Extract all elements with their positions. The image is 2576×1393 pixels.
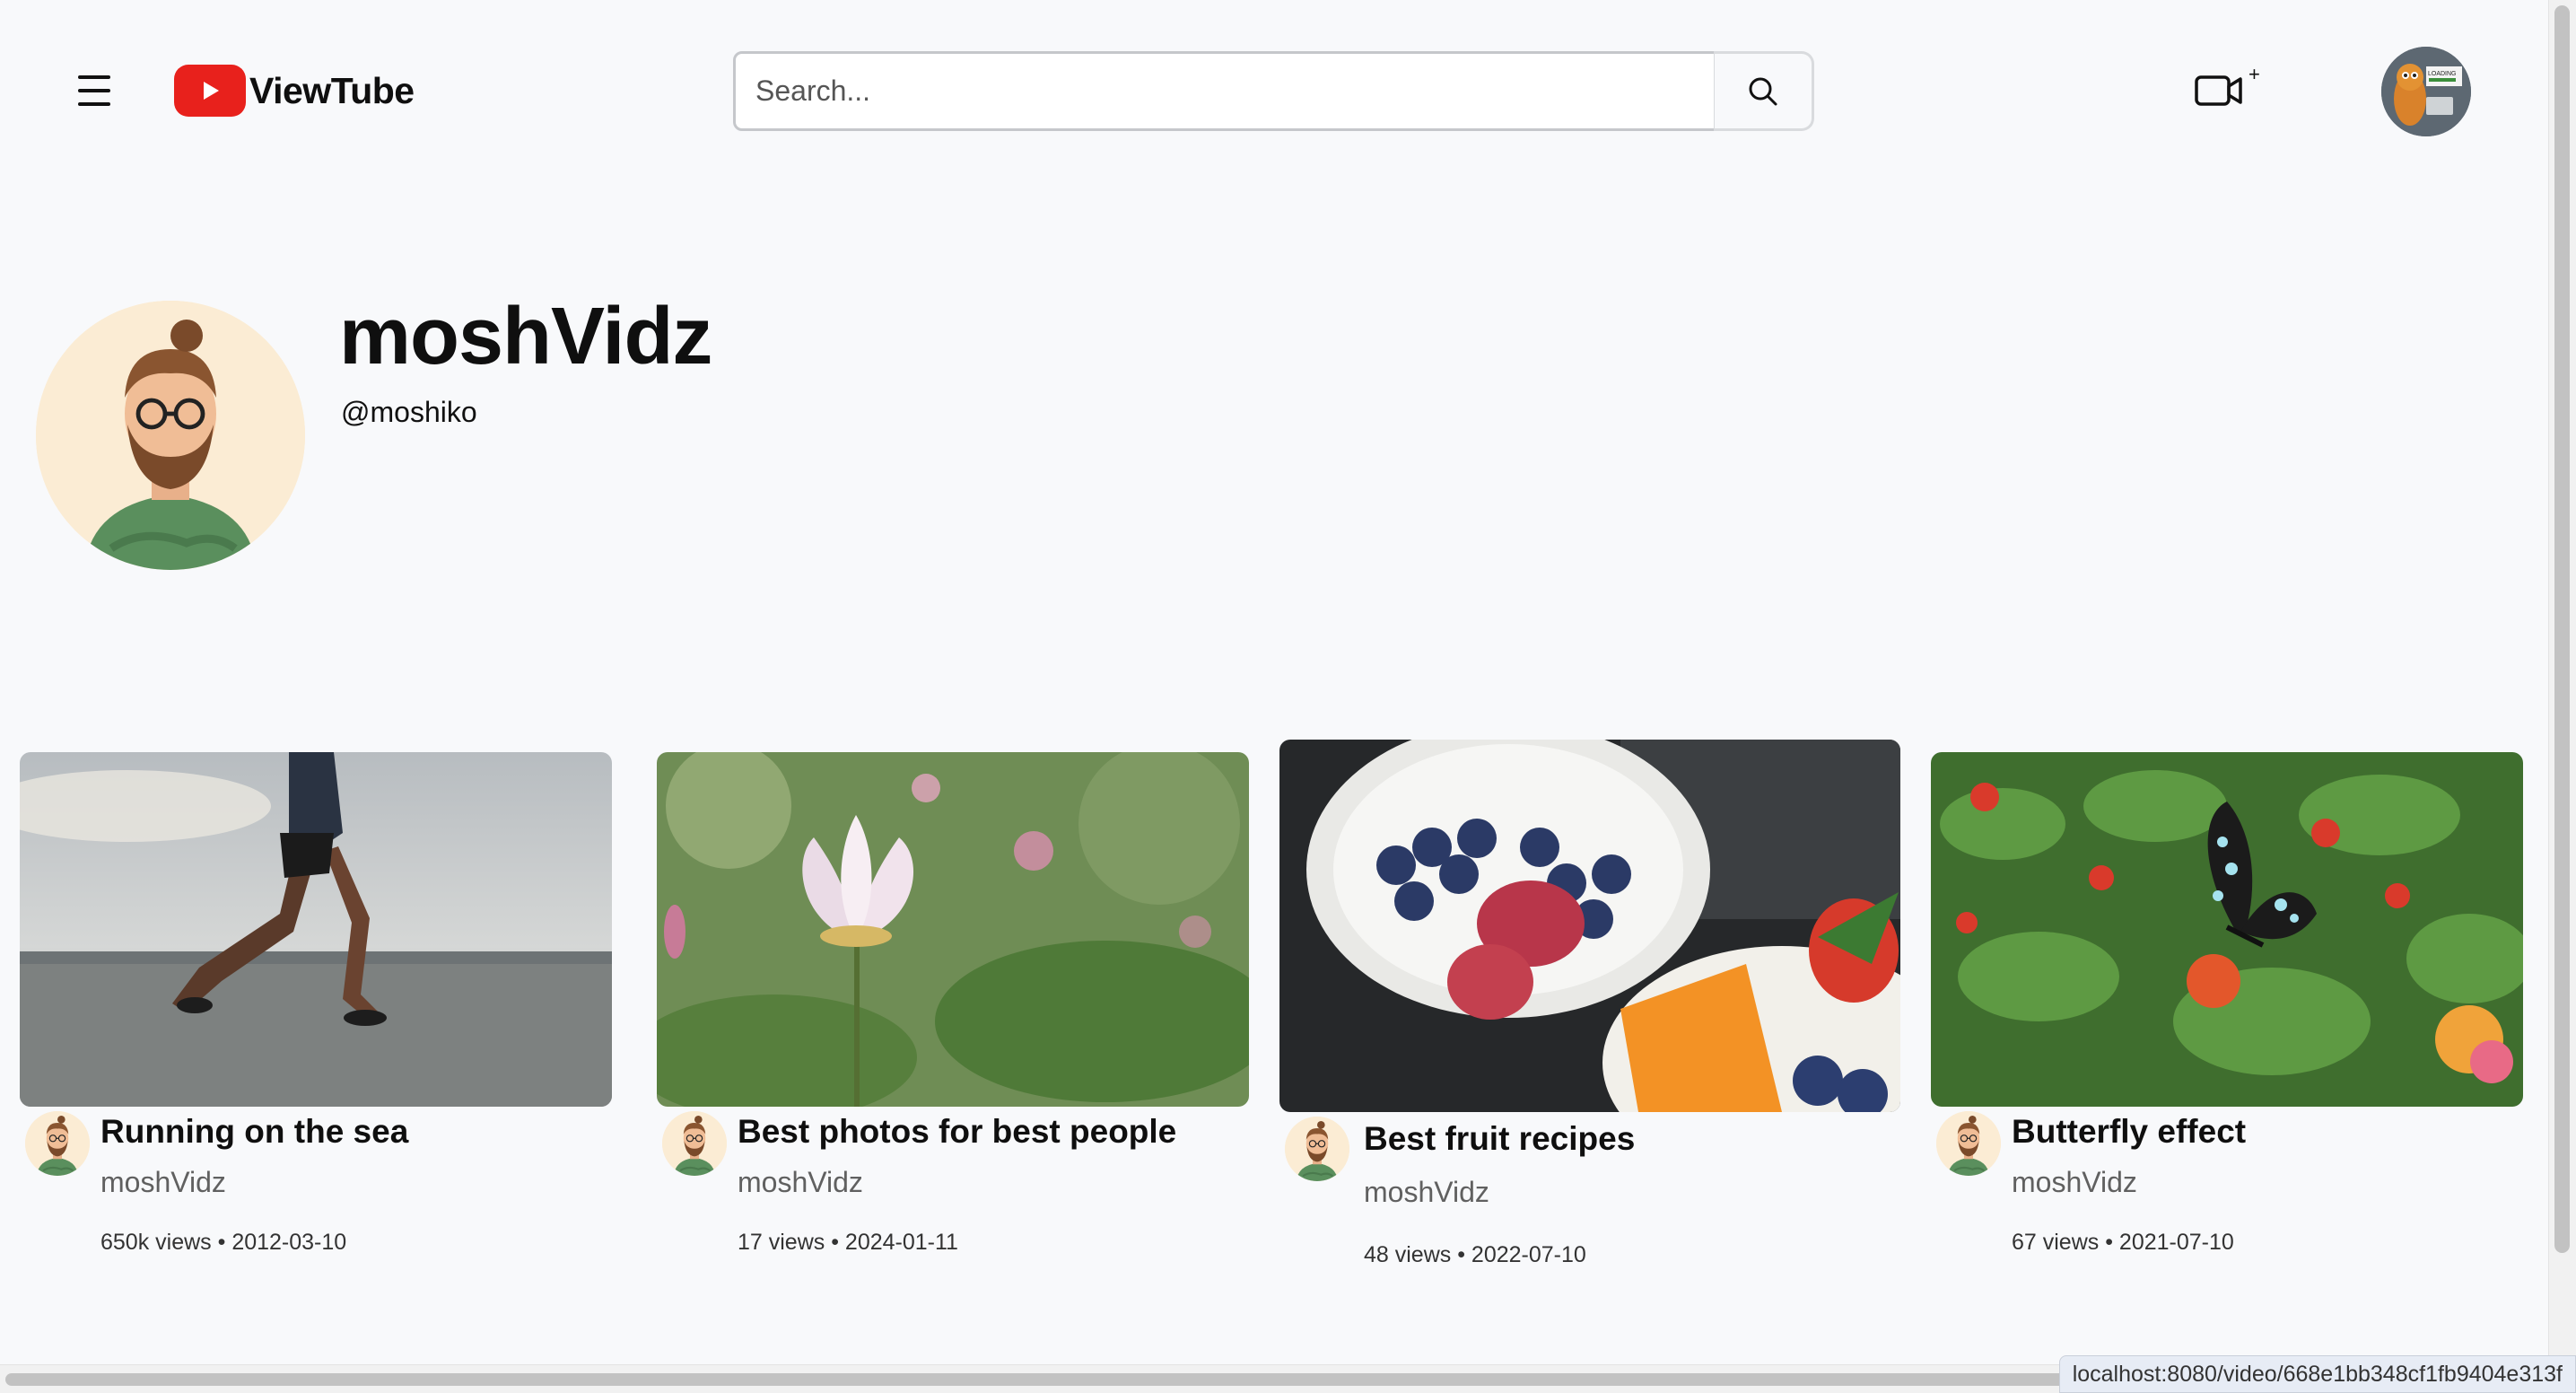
avatar-loading-text: LOADING	[2428, 71, 2457, 77]
video-card[interactable]: Butterfly effect moshVidz 67 views • 202…	[1931, 752, 2523, 1273]
video-meta: 48 views • 2022-07-10	[1364, 1242, 1586, 1267]
user-avatar[interactable]: LOADING	[2381, 47, 2471, 136]
channel-avatar	[36, 301, 305, 570]
video-title[interactable]: Running on the sea	[100, 1113, 408, 1151]
video-title[interactable]: Best fruit recipes	[1364, 1120, 1635, 1158]
video-title[interactable]: Butterfly effect	[2012, 1113, 2246, 1151]
search-input[interactable]	[755, 54, 1714, 128]
brand-name: ViewTube	[249, 69, 415, 111]
search-icon	[1749, 77, 1777, 105]
search-field[interactable]	[733, 51, 1716, 131]
vertical-scrollbar-thumb[interactable]	[2554, 5, 2570, 1253]
menu-icon[interactable]	[70, 70, 118, 111]
video-title[interactable]: Best photos for best people	[738, 1113, 1176, 1151]
channel-name: moshVidz	[339, 292, 712, 381]
video-meta: 650k views • 2012-03-10	[100, 1230, 347, 1255]
video-channel-name[interactable]: moshVidz	[100, 1166, 226, 1199]
status-bar-url: localhost:8080/video/668e1bb348cf1fb9404…	[2058, 1355, 2576, 1393]
search-button[interactable]	[1714, 51, 1814, 131]
channel-handle: @moshiko	[341, 396, 477, 428]
video-channel-name[interactable]: moshVidz	[1364, 1176, 1489, 1209]
video-meta: 67 views • 2021-07-10	[2012, 1230, 2234, 1255]
video-camera-icon: +	[2195, 63, 2260, 106]
video-card[interactable]: Running on the sea moshVidz 650k views •…	[20, 752, 612, 1273]
video-meta: 17 views • 2024-01-11	[738, 1230, 958, 1255]
channel-page: ViewTube + LOADING	[0, 0, 2576, 1393]
video-channel-avatar[interactable]	[662, 1111, 727, 1176]
video-channel-avatar[interactable]	[1936, 1111, 2001, 1176]
video-channel-avatar[interactable]	[1285, 1117, 1349, 1181]
upload-video-button[interactable]: +	[2194, 63, 2262, 111]
video-thumbnail[interactable]	[20, 752, 612, 1107]
video-thumbnail[interactable]	[1931, 752, 2523, 1107]
upload-plus-sign: +	[2249, 66, 2260, 85]
play-logo-icon	[174, 65, 246, 117]
video-card[interactable]: Best fruit recipes moshVidz 48 views • 2…	[1279, 740, 1900, 1278]
video-channel-avatar[interactable]	[25, 1111, 90, 1176]
video-channel-name[interactable]: moshVidz	[738, 1166, 863, 1199]
video-thumbnail[interactable]	[1279, 740, 1900, 1112]
video-thumbnail[interactable]	[657, 752, 1249, 1107]
video-card[interactable]: Best photos for best people moshVidz 17 …	[657, 752, 1249, 1273]
video-channel-name[interactable]: moshVidz	[2012, 1166, 2137, 1199]
logo[interactable]: ViewTube	[174, 63, 415, 118]
